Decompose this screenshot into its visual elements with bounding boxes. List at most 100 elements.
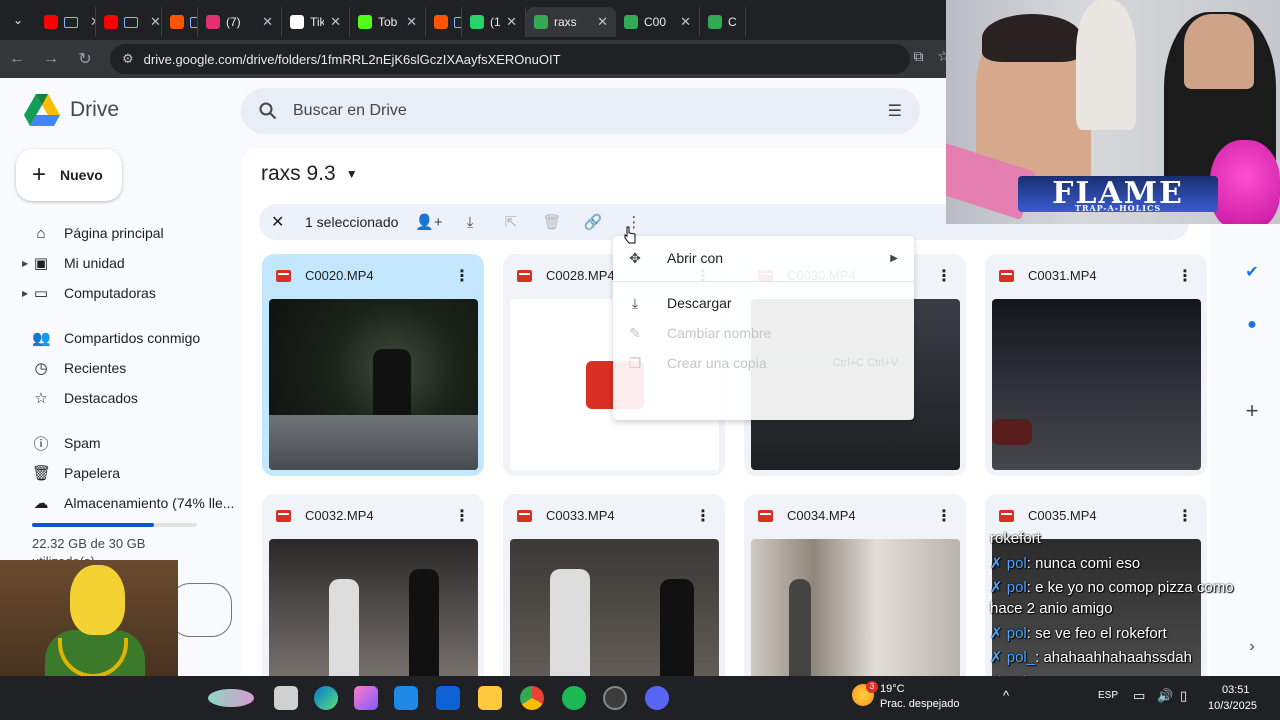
video-thumbnail[interactable] bbox=[992, 299, 1201, 470]
expand-caret-icon[interactable]: ▶ bbox=[22, 289, 28, 298]
browser-tab[interactable]: ✕ bbox=[426, 7, 462, 37]
tasks-icon[interactable]: ✔ bbox=[1242, 262, 1262, 282]
tab-close-icon[interactable]: ✕ bbox=[330, 14, 341, 30]
reload-button[interactable]: ↻ bbox=[68, 49, 102, 69]
sidebar-item-starred[interactable]: ☆ Destacados bbox=[0, 383, 240, 413]
browser-tab[interactable]: Tob ✕ bbox=[350, 7, 426, 37]
store-icon[interactable] bbox=[394, 686, 418, 710]
file-card[interactable]: C0031.MP4 ⋮ bbox=[985, 254, 1207, 476]
browser-tab[interactable]: TikT ✕ bbox=[282, 7, 350, 37]
site-info-icon[interactable]: ⚙ bbox=[122, 51, 134, 67]
folder-title-button[interactable]: raxs 9.3 ▼ bbox=[261, 162, 358, 186]
tab-close-icon[interactable]: ✕ bbox=[506, 14, 517, 30]
menu-item-open-with[interactable]: ✥ Abrir con ▶ bbox=[613, 243, 914, 273]
more-options-icon[interactable]: ⋮ bbox=[1177, 266, 1193, 286]
browser-tab[interactable]: ✕ bbox=[162, 7, 198, 37]
menu-item-download[interactable]: ⤓ Descargar bbox=[613, 288, 914, 318]
folder-icon[interactable] bbox=[478, 686, 502, 710]
clear-selection-icon[interactable]: ✕ bbox=[271, 212, 291, 232]
browser-tab[interactable]: C00 ✕ bbox=[616, 7, 700, 37]
tab-close-icon[interactable]: ✕ bbox=[262, 14, 273, 30]
video-file-icon bbox=[276, 269, 291, 282]
network-icon[interactable]: ▭ bbox=[1133, 688, 1145, 704]
video-thumbnail[interactable] bbox=[269, 299, 478, 470]
search-icon[interactable] bbox=[259, 102, 277, 120]
drive-logo[interactable]: Drive bbox=[24, 94, 119, 126]
spotify-icon[interactable] bbox=[562, 686, 586, 710]
menu-item-make-copy[interactable]: ❐ Crear una copia Ctrl+C Ctrl+V bbox=[613, 348, 914, 378]
tray-chevron-icon[interactable]: ^ bbox=[1003, 688, 1009, 703]
chrome-icon[interactable] bbox=[520, 686, 544, 710]
obs-icon[interactable] bbox=[603, 686, 627, 710]
browser-tab[interactable]: (1) /✕ bbox=[96, 7, 162, 37]
battery-icon[interactable]: ▯ bbox=[1180, 688, 1187, 704]
more-options-icon[interactable]: ⋮ bbox=[454, 506, 470, 526]
streamer-left-hair bbox=[982, 14, 1082, 62]
clock-date[interactable]: 10/3/2025 bbox=[1208, 700, 1257, 712]
browser-tab[interactable]: (✕ bbox=[36, 7, 96, 37]
search-input[interactable]: Buscar en Drive bbox=[293, 102, 888, 120]
clock-time[interactable]: 03:51 bbox=[1222, 684, 1250, 696]
edit-icon: ✎ bbox=[629, 324, 641, 341]
file-card[interactable]: C0020.MP4 ⋮ bbox=[262, 254, 484, 476]
plus-icon: + bbox=[32, 161, 47, 188]
back-button[interactable]: ← bbox=[0, 50, 34, 68]
more-options-icon[interactable]: ⋮ bbox=[454, 266, 470, 286]
sidebar-item-recent[interactable]: ◷ Recientes bbox=[0, 353, 240, 383]
tab-close-icon[interactable]: ✕ bbox=[597, 14, 608, 30]
discord-icon[interactable] bbox=[645, 686, 669, 710]
contacts-icon[interactable]: ● bbox=[1242, 316, 1262, 336]
browser-tab[interactable]: (7) ✕ bbox=[198, 7, 282, 37]
copilot-icon[interactable] bbox=[354, 686, 378, 710]
sidebar-item-label: Almacenamiento (74% lle... bbox=[64, 495, 235, 511]
sidebar-item-spam[interactable]: ⓘ Spam bbox=[0, 428, 240, 458]
install-app-icon[interactable]: ⧉ bbox=[913, 48, 923, 65]
menu-item-rename[interactable]: ✎ Cambiar nombre bbox=[613, 318, 914, 348]
forward-button[interactable]: → bbox=[34, 50, 68, 68]
browser-tab[interactable]: (13) ✕ bbox=[462, 7, 526, 37]
download-icon[interactable]: ⤓ bbox=[449, 214, 490, 231]
get-more-storage-button[interactable] bbox=[170, 583, 232, 637]
chat-username: pol_ bbox=[1006, 649, 1036, 666]
tab-title: TikT bbox=[310, 15, 324, 29]
browser-tab[interactable]: C0 bbox=[700, 7, 746, 37]
more-options-icon[interactable]: ⋮ bbox=[936, 506, 952, 526]
sidebar-item-trash[interactable]: 🗑 Papelera bbox=[0, 458, 240, 488]
new-button[interactable]: + Nuevo bbox=[16, 149, 122, 201]
share-icon[interactable]: 👤+ bbox=[408, 213, 449, 231]
language-indicator[interactable]: ESP bbox=[1098, 690, 1118, 701]
delete-icon[interactable]: 🗑 bbox=[531, 213, 572, 231]
search-bar[interactable]: Buscar en Drive ☰ bbox=[241, 88, 920, 134]
sidebar-item-home[interactable]: ⌂ Página principal bbox=[0, 218, 240, 248]
volume-icon[interactable]: 🔊 bbox=[1157, 688, 1173, 704]
add-addon-icon[interactable]: + bbox=[1242, 398, 1262, 423]
more-options-icon[interactable]: ⋮ bbox=[936, 266, 952, 286]
more-options-icon[interactable]: ⋮ bbox=[695, 506, 711, 526]
video-file-icon bbox=[517, 269, 532, 282]
sidebar-item-label: Destacados bbox=[64, 390, 138, 406]
more-options-icon[interactable]: ⋮ bbox=[1177, 506, 1193, 526]
tab-close-icon[interactable]: ✕ bbox=[406, 14, 417, 30]
tab-close-icon[interactable]: ✕ bbox=[680, 14, 691, 30]
search-options-icon[interactable]: ☰ bbox=[888, 101, 902, 121]
widget-icon[interactable] bbox=[208, 689, 254, 707]
expand-caret-icon[interactable]: ▶ bbox=[22, 259, 28, 268]
copy-link-icon[interactable]: 🔗 bbox=[572, 213, 613, 231]
sidebar-item-shared[interactable]: 👥 Compartidos conmigo bbox=[0, 323, 240, 353]
menu-divider bbox=[613, 281, 914, 282]
file-manager-icon[interactable] bbox=[274, 686, 298, 710]
tab-title: C0 bbox=[728, 15, 737, 29]
sidebar-item-my-drive[interactable]: ▶ ▣ Mi unidad bbox=[0, 248, 240, 278]
chat-username: pol bbox=[1006, 625, 1027, 642]
move-icon[interactable]: ⇱ bbox=[490, 213, 531, 231]
edge-icon[interactable] bbox=[314, 686, 338, 710]
sidebar-item-storage[interactable]: ☁ Almacenamiento (74% lle... bbox=[0, 488, 240, 518]
tab-search-button[interactable]: ⌄ bbox=[0, 0, 36, 40]
browser-tab[interactable]: raxs ✕ bbox=[526, 7, 616, 37]
address-bar[interactable]: ⚙ drive.google.com/drive/folders/1fmRRL2… bbox=[110, 44, 910, 74]
chat-message: ✗ pol: se ve feo el rokefort bbox=[990, 624, 1167, 642]
outlook-icon[interactable] bbox=[436, 686, 460, 710]
sidebar-item-computers[interactable]: ▶ ▭ Computadoras bbox=[0, 278, 240, 308]
tab-close-icon[interactable]: ✕ bbox=[150, 14, 161, 30]
new-button-label: Nuevo bbox=[60, 167, 103, 183]
